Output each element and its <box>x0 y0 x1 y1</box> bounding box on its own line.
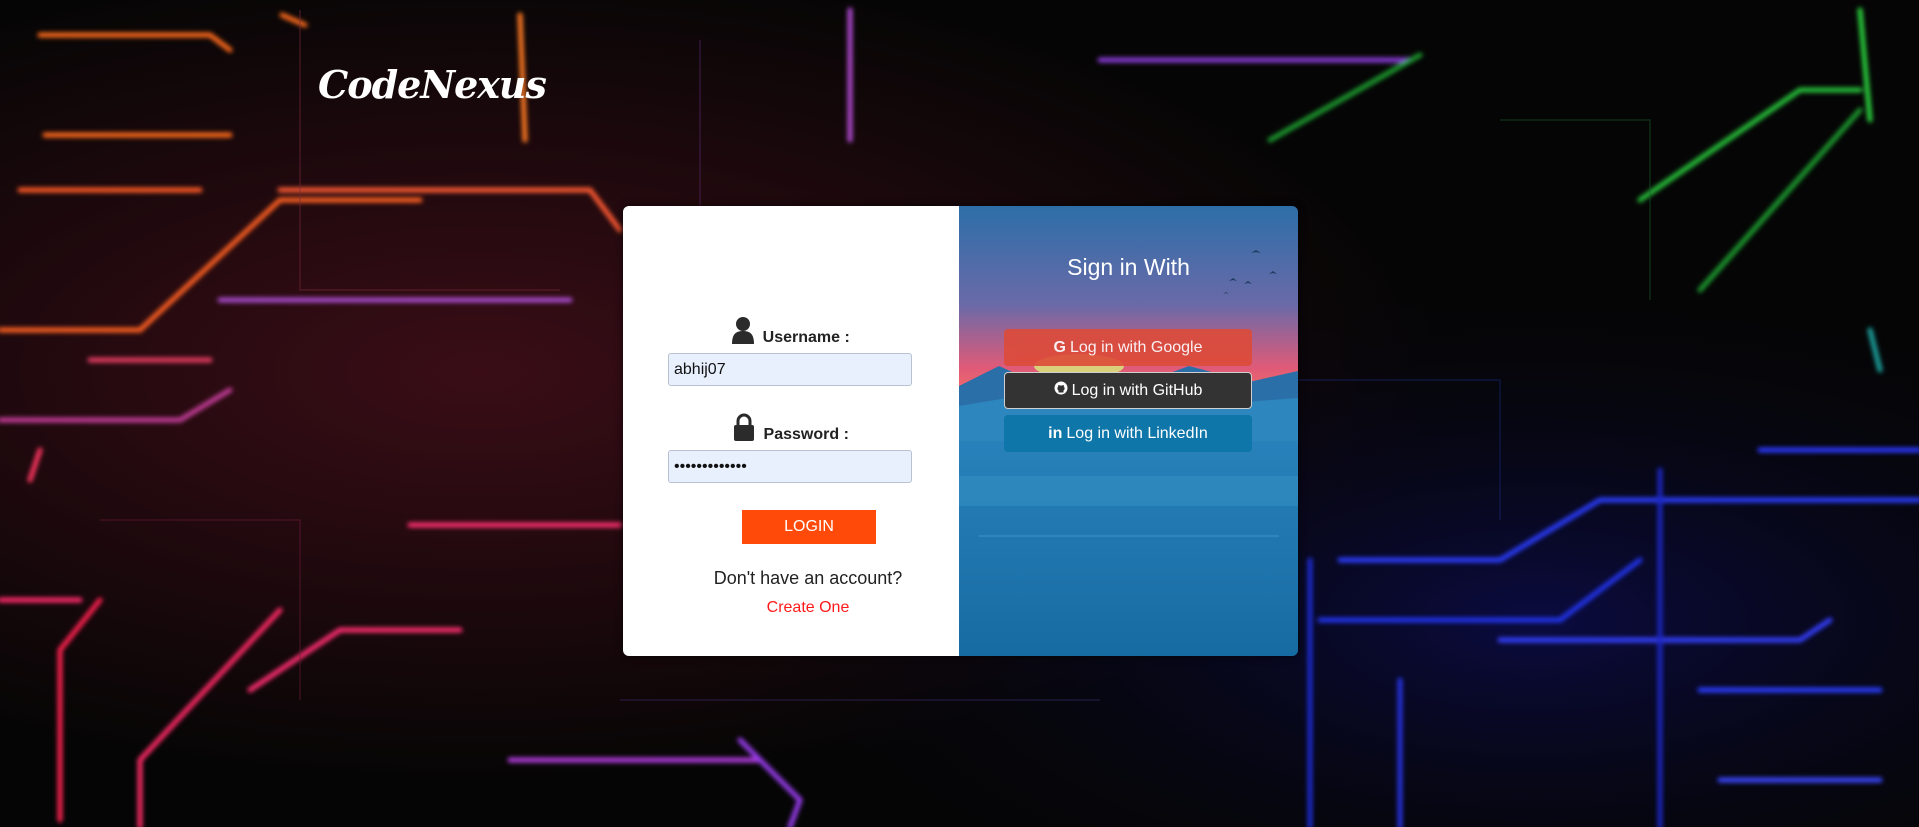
google-icon: G <box>1053 338 1066 356</box>
password-label: Password : <box>623 413 959 446</box>
linkedin-login-button[interactable]: in Log in with LinkedIn <box>1004 415 1252 452</box>
create-account-link[interactable]: Create One <box>623 599 993 617</box>
username-label-text: Username : <box>762 329 850 346</box>
lock-icon <box>733 413 755 446</box>
github-login-label: Log in with GitHub <box>1071 381 1203 399</box>
login-card: Username : Password : LOGIN Don't have a… <box>623 206 1298 656</box>
password-label-text: Password : <box>763 426 849 443</box>
google-login-label: Log in with Google <box>1069 338 1203 356</box>
password-input[interactable] <box>668 450 912 483</box>
username-input[interactable] <box>668 353 912 386</box>
no-account-text: Don't have an account? <box>713 568 903 588</box>
login-button[interactable]: LOGIN <box>742 510 876 544</box>
linkedin-icon: in <box>1048 424 1063 442</box>
login-form: Username : Password : LOGIN Don't have a… <box>623 206 959 656</box>
username-label: Username : <box>623 316 959 349</box>
brand-logo: CodeNexus <box>318 62 547 107</box>
google-login-button[interactable]: G Log in with Google <box>1004 329 1252 366</box>
linkedin-login-label: Log in with LinkedIn <box>1066 424 1208 442</box>
sign-in-with-title: Sign in With <box>1067 254 1190 280</box>
social-login-panel: Sign in With G Log in with Google Log in… <box>959 206 1298 656</box>
user-icon <box>732 316 755 349</box>
github-icon <box>1054 381 1068 400</box>
github-login-button[interactable]: Log in with GitHub <box>1004 372 1252 409</box>
